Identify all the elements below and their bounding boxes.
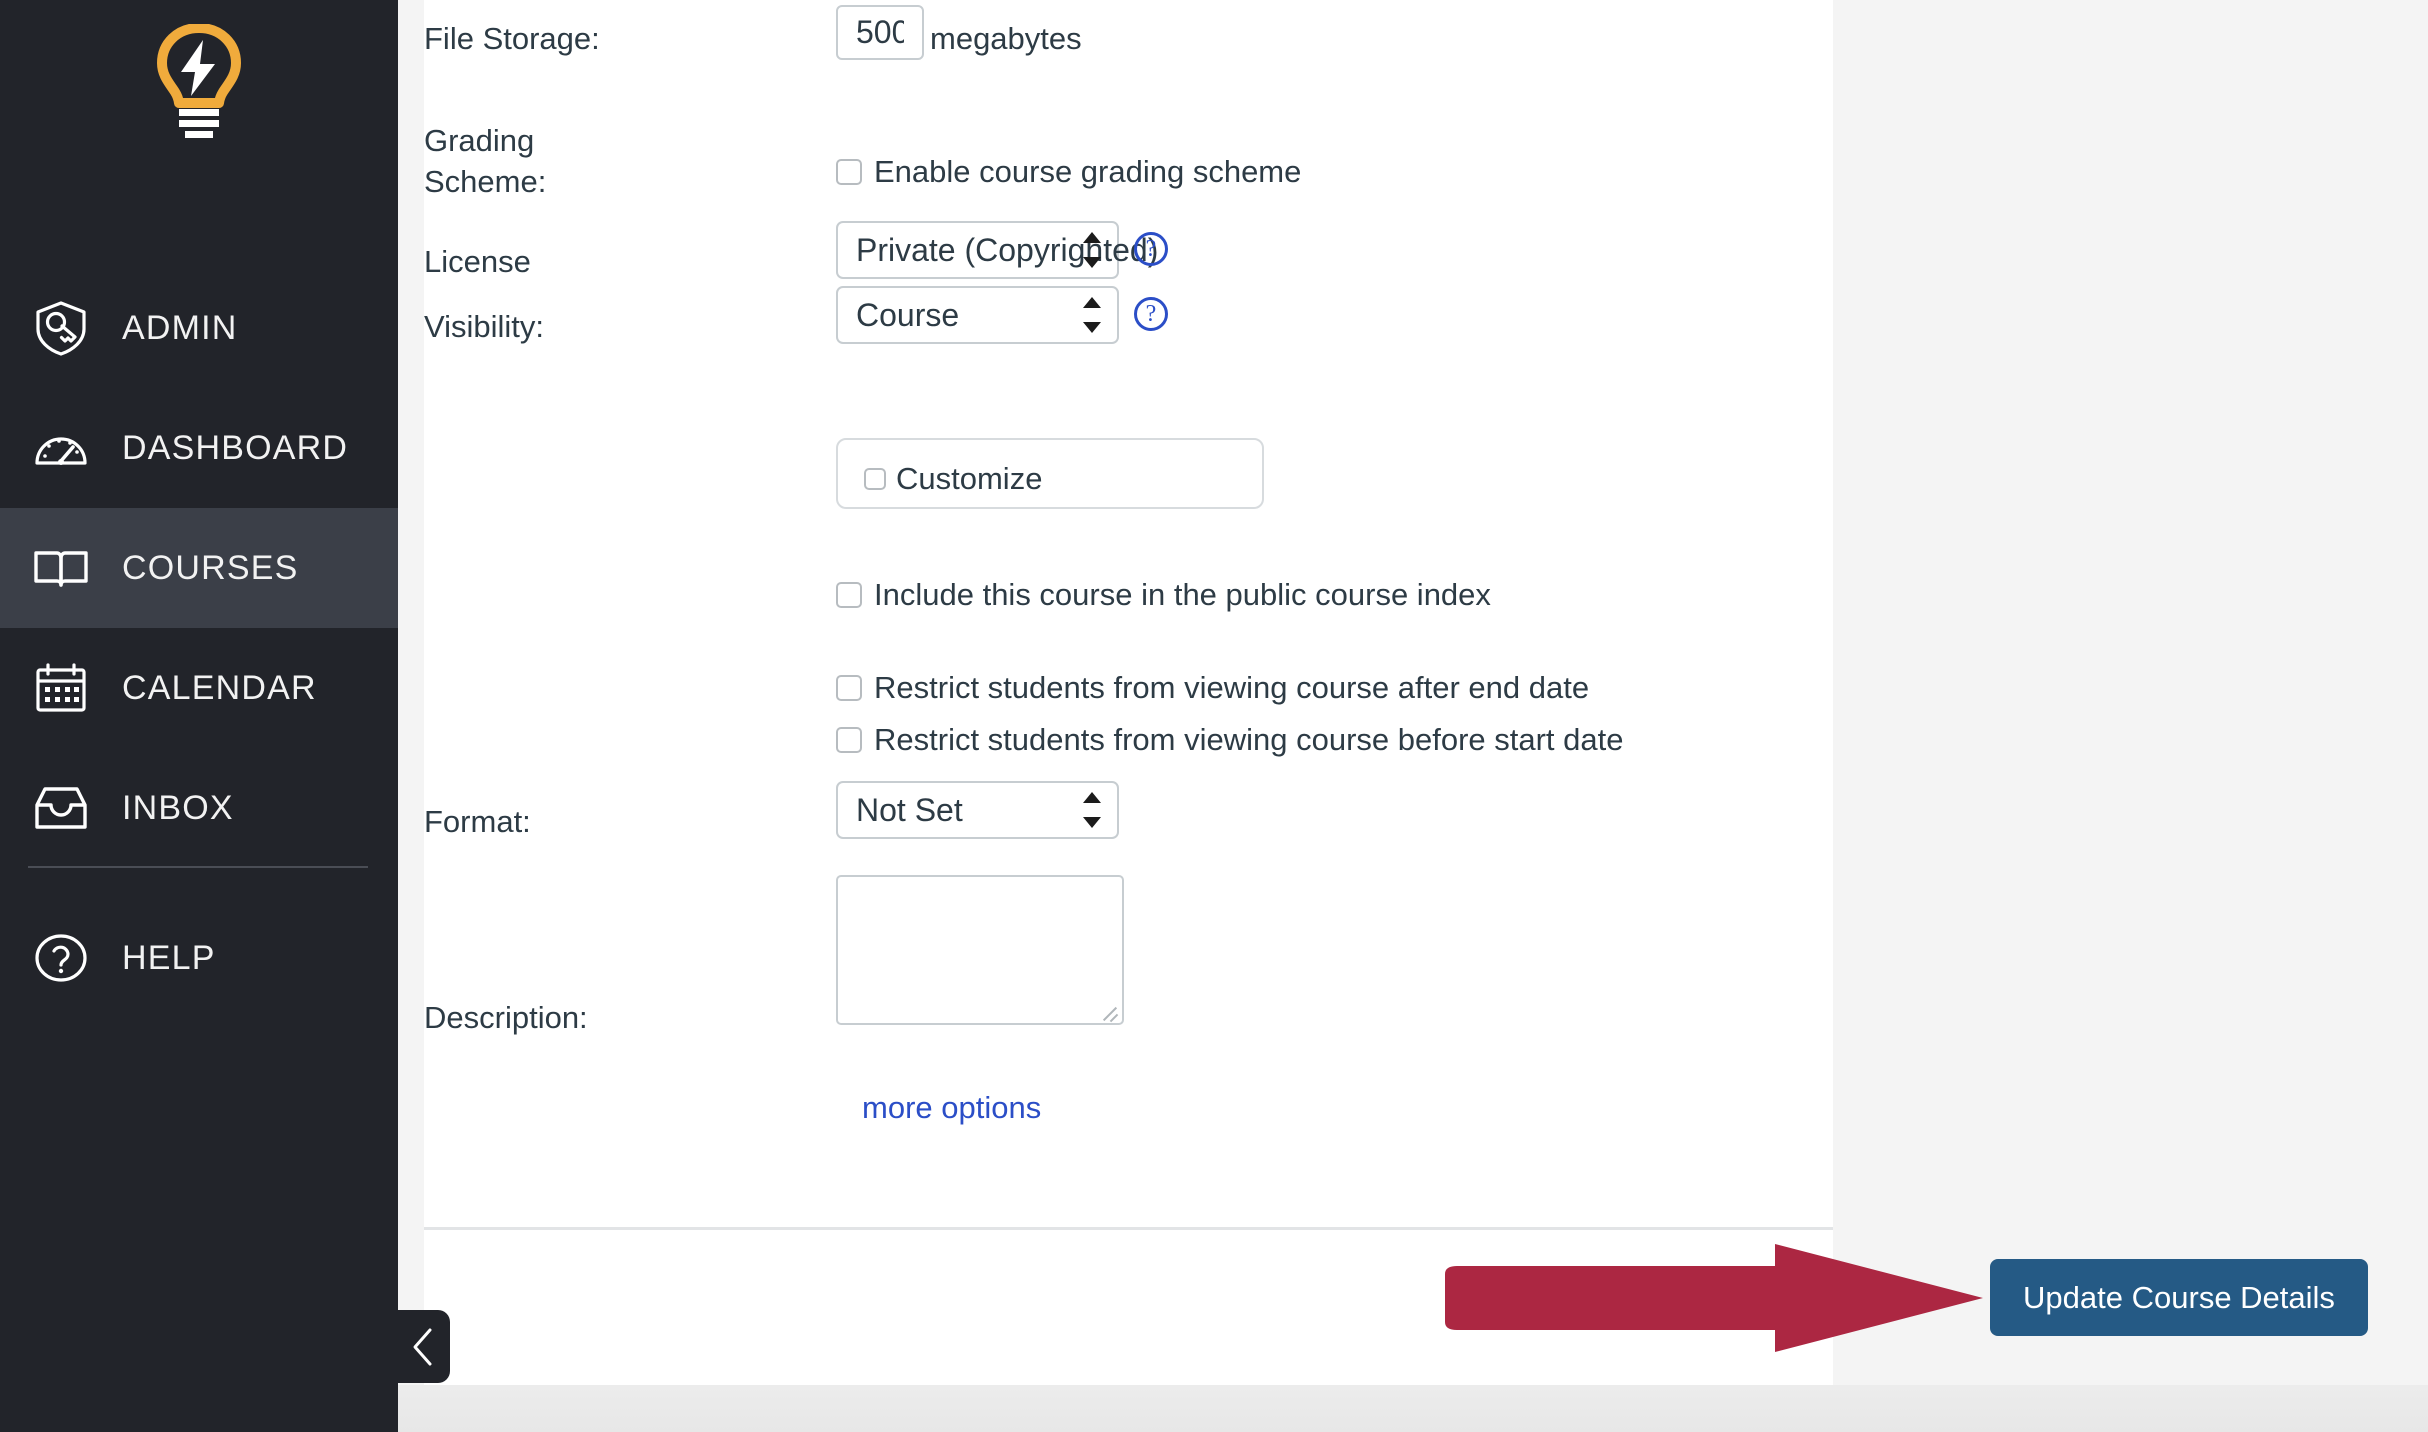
public-course-index-checkbox[interactable] xyxy=(836,582,862,608)
sidebar-item-label: CALENDAR xyxy=(122,668,317,707)
restrict-after-end-date-label: Restrict students from viewing course af… xyxy=(874,670,1590,705)
shield-key-icon xyxy=(30,297,92,359)
chevron-left-icon xyxy=(413,1328,432,1365)
course-settings-panel: File Storage: megabytes Grading Scheme: … xyxy=(424,0,1833,1385)
restrict-before-start-checkbox-row[interactable]: Restrict students from viewing course be… xyxy=(836,723,1624,757)
sidebar-item-courses[interactable]: COURSES xyxy=(0,508,398,628)
course-settings-screen: ADMIN DASHBOARD COURSES CALENDAR INBOX H… xyxy=(0,0,2428,1432)
format-select-value: Not Set xyxy=(856,791,963,828)
sidebar-item-label: INBOX xyxy=(122,788,234,827)
chevron-updown-icon xyxy=(1083,232,1101,268)
visibility-customize-panel: Customize xyxy=(836,438,1264,509)
description-textarea[interactable] xyxy=(836,875,1124,1025)
format-label: Format: xyxy=(424,804,531,839)
visibility-label: Visibility: xyxy=(424,309,545,344)
sidebar-item-inbox[interactable]: INBOX xyxy=(0,748,398,868)
format-select[interactable]: Not Set xyxy=(836,781,1119,839)
more-options-link[interactable]: more options xyxy=(862,1090,1041,1126)
grading-scheme-label-line2: Scheme: xyxy=(424,164,547,199)
brand-logo[interactable] xyxy=(0,18,398,148)
grading-scheme-label-line1: Grading xyxy=(424,123,535,158)
enable-grading-scheme-label: Enable course grading scheme xyxy=(874,154,1302,189)
visibility-help-icon[interactable]: ? xyxy=(1134,297,1168,331)
sidebar-item-label: DASHBOARD xyxy=(122,428,349,467)
visibility-select[interactable]: Course xyxy=(836,286,1119,344)
sidebar-item-admin[interactable]: ADMIN xyxy=(0,268,398,388)
global-navigation-sidebar: ADMIN DASHBOARD COURSES CALENDAR INBOX H… xyxy=(0,0,450,1432)
grading-scheme-checkbox-row[interactable]: Enable course grading scheme xyxy=(836,155,1301,189)
sidebar-item-help[interactable]: HELP xyxy=(0,898,398,1018)
sidebar-item-label: HELP xyxy=(122,938,216,977)
public-course-index-label: Include this course in the public course… xyxy=(874,577,1491,612)
calendar-icon xyxy=(30,657,92,719)
inbox-tray-icon xyxy=(30,777,92,839)
restrict-before-start-date-checkbox[interactable] xyxy=(836,727,862,753)
nav-content-gutter xyxy=(398,0,424,1385)
sidebar-nav-list: ADMIN DASHBOARD COURSES CALENDAR INBOX xyxy=(0,268,398,868)
visibility-select-value: Course xyxy=(856,296,960,333)
sidebar-item-calendar[interactable]: CALENDAR xyxy=(0,628,398,748)
chevron-updown-icon xyxy=(1083,297,1101,333)
customize-checkbox[interactable] xyxy=(864,468,886,490)
open-book-icon xyxy=(30,537,92,599)
license-select-value: Private (Copyrighted) xyxy=(856,231,1159,268)
chevron-updown-icon xyxy=(1083,792,1101,828)
restrict-before-start-date-label: Restrict students from viewing course be… xyxy=(874,722,1624,757)
public-index-checkbox-row[interactable]: Include this course in the public course… xyxy=(836,578,1491,612)
sidebar-item-label: ADMIN xyxy=(122,308,238,347)
resize-handle-icon[interactable] xyxy=(1101,1002,1119,1020)
question-circle-icon xyxy=(30,927,92,989)
license-help-icon[interactable]: ? xyxy=(1134,232,1168,266)
form-footer-divider xyxy=(424,1227,1833,1230)
customize-checkbox-row[interactable]: Customize xyxy=(864,462,1042,496)
license-select[interactable]: Private (Copyrighted) xyxy=(836,221,1158,279)
sidebar-item-dashboard[interactable]: DASHBOARD xyxy=(0,388,398,508)
update-course-details-button[interactable]: Update Course Details xyxy=(1990,1259,2368,1336)
description-label: Description: xyxy=(424,1000,588,1035)
file-storage-input[interactable] xyxy=(836,5,924,60)
sidebar-collapse-button[interactable] xyxy=(398,1310,450,1383)
sidebar-item-label: COURSES xyxy=(122,548,299,587)
lightbulb-bolt-logo-icon xyxy=(157,24,241,138)
license-label: License xyxy=(424,244,531,279)
update-course-details-label: Update Course Details xyxy=(2023,1279,2335,1315)
gauge-icon xyxy=(30,417,92,479)
customize-label: Customize xyxy=(896,461,1043,496)
enable-grading-scheme-checkbox[interactable] xyxy=(836,159,862,185)
restrict-after-end-date-checkbox[interactable] xyxy=(836,675,862,701)
sidebar-help-group: HELP xyxy=(0,898,398,1018)
sidebar-divider xyxy=(28,866,368,868)
file-storage-unit-label: megabytes xyxy=(930,21,1082,56)
restrict-after-end-checkbox-row[interactable]: Restrict students from viewing course af… xyxy=(836,671,1589,705)
